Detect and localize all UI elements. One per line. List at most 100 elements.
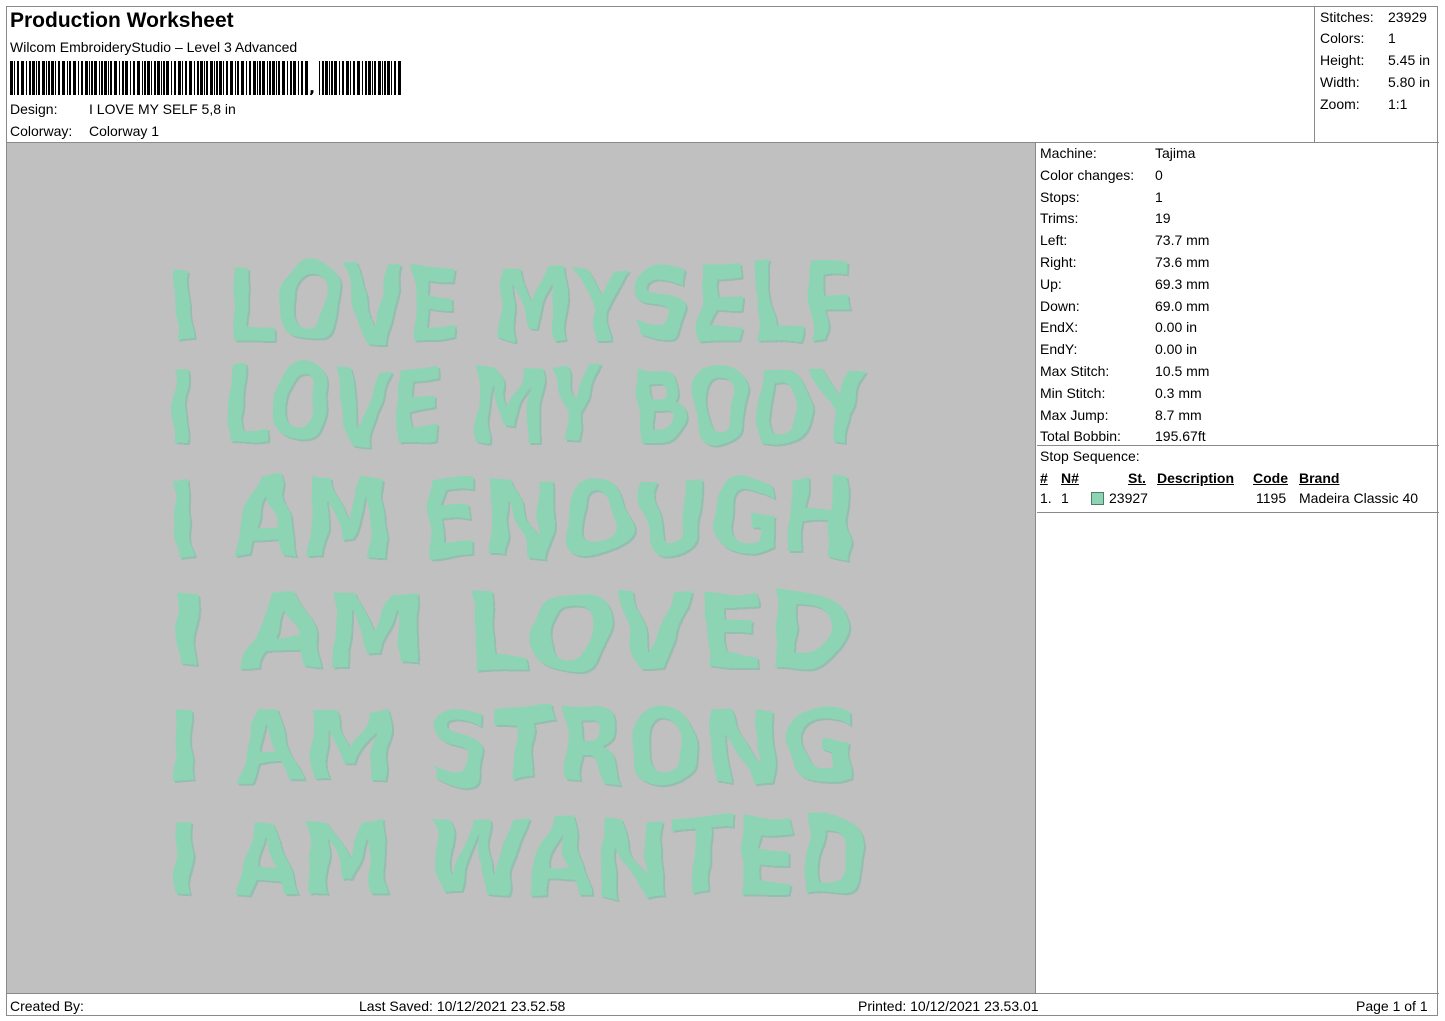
design-text-line: I AM LOVED — [167, 571, 852, 693]
col-index: # — [1040, 470, 1048, 486]
info-value: Tajima — [1155, 145, 1196, 161]
stat-value: 23929 — [1388, 9, 1427, 25]
info-value: 10.5 mm — [1155, 363, 1210, 379]
info-row: Machine: Tajima — [1040, 145, 1195, 161]
info-label: Min Stitch: — [1040, 384, 1106, 401]
info-value: 195.67ft — [1155, 428, 1206, 445]
row-stitches: 23927 — [1109, 490, 1148, 506]
info-row: Max Jump: 8.7 mm — [1040, 407, 1202, 423]
design-preview: I LOVE MYSELF I LOVE MY BODY I AM ENOUGH I … — [7, 143, 1036, 993]
info-label: Max Jump: — [1040, 406, 1109, 423]
info-label: Stops: — [1040, 188, 1080, 205]
stat-stitches: Stitches: 23929 — [1320, 9, 1427, 25]
info-row: Max Stitch: 10.5 mm — [1040, 363, 1209, 379]
stat-label: Height: — [1320, 52, 1365, 68]
info-label: Left: — [1040, 232, 1068, 249]
info-value: 0.3 mm — [1155, 384, 1202, 401]
stat-value: 1 — [1388, 30, 1396, 46]
stat-value: 5.80 in — [1388, 74, 1431, 90]
info-row: Right: 73.6 mm — [1040, 254, 1209, 270]
col-stitches: St. — [1128, 470, 1146, 486]
info-value: 0.00 in — [1155, 341, 1198, 358]
design-text-line: I AM WANTED — [167, 798, 872, 920]
col-description: Description — [1157, 470, 1235, 486]
info-row: Min Stitch: 0.3 mm — [1040, 385, 1202, 401]
colorway-row: Colorway: Colorway 1 — [10, 123, 159, 139]
stat-colors: Colors: 1 — [1320, 30, 1396, 46]
col-code: Code — [1253, 470, 1288, 486]
stop-sequence-header: # N# St. Description Code Brand — [1040, 470, 1438, 488]
design-text-line: I AM ENOUGH — [167, 458, 857, 580]
production-worksheet: Production Worksheet Wilcom EmbroiderySt… — [6, 6, 1439, 1017]
info-label: Color changes: — [1040, 166, 1135, 183]
page-number: Page 1 of 1 — [1356, 998, 1428, 1014]
created-by: Created By: — [10, 998, 84, 1014]
design-value: I LOVE MY SELF 5,8 in — [89, 101, 236, 117]
design-row: Design: I LOVE MY SELF 5,8 in — [10, 101, 236, 117]
design-text-line: I AM STRONG — [167, 686, 857, 808]
stat-width: Width: 5.80 in — [1320, 74, 1430, 90]
info-label: EndY: — [1040, 341, 1078, 358]
info-label: Max Stitch: — [1040, 363, 1110, 379]
barcode-image: , — [10, 61, 401, 95]
design-text-line: I LOVE MY BODY — [167, 346, 868, 468]
info-value: 69.3 mm — [1155, 275, 1210, 292]
col-brand: Brand — [1299, 470, 1340, 486]
stat-label: Zoom: — [1320, 96, 1360, 112]
software-name: Wilcom EmbroideryStudio – Level 3 Advanc… — [10, 39, 298, 55]
machine-info-panel: Machine: Tajima Color changes: 0 Stops: 1 Trim… — [1037, 143, 1439, 993]
stat-zoom: Zoom: 1:1 — [1320, 96, 1407, 112]
divider — [1037, 512, 1439, 513]
stat-label: Width: — [1320, 74, 1360, 90]
info-row: Left: 73.7 mm — [1040, 232, 1209, 248]
stat-height: Height: 5.45 in — [1320, 52, 1430, 68]
design-label: Design: — [10, 101, 58, 117]
info-row: Stops: 1 — [1040, 189, 1163, 205]
stat-value: 5.45 in — [1388, 52, 1431, 68]
stat-value: 1:1 — [1388, 96, 1408, 112]
row-brand: Madeira Classic 40 — [1299, 490, 1419, 506]
info-row: Up: 69.3 mm — [1040, 276, 1209, 292]
info-value: 19 — [1155, 210, 1171, 227]
info-row: Total Bobbin: 195.67ft — [1040, 428, 1206, 444]
info-value: 0.00 in — [1155, 319, 1198, 336]
row-index: 1. — [1040, 490, 1052, 506]
info-label: Machine: — [1040, 145, 1097, 161]
stat-label: Stitches: — [1320, 9, 1374, 25]
table-row: 1. 1 23927 1195 Madeira Classic 40 — [1040, 490, 1438, 508]
embroidery-design: I LOVE MYSELFI LOVE MY BODYI AM ENOUGHI … — [167, 244, 872, 920]
info-value: 73.6 mm — [1155, 254, 1210, 270]
info-label: Up: — [1040, 275, 1062, 292]
colorway-label: Colorway: — [10, 123, 73, 139]
row-n: 1 — [1061, 490, 1069, 506]
info-value: 0 — [1155, 166, 1163, 183]
worksheet-header: Production Worksheet Wilcom EmbroiderySt… — [7, 7, 1439, 143]
svg-text:,: , — [309, 78, 315, 95]
printed-date: Printed: 10/12/2021 23.53.01 — [858, 998, 1039, 1014]
info-value: 73.7 mm — [1155, 232, 1210, 249]
worksheet-footer: Created By: Last Saved: 10/12/2021 23.52… — [7, 993, 1439, 1017]
info-value: 8.7 mm — [1155, 406, 1202, 423]
info-label: Total Bobbin: — [1040, 428, 1121, 445]
info-label: Trims: — [1040, 210, 1079, 227]
info-label: Down: — [1040, 297, 1080, 314]
color-swatch — [1091, 492, 1104, 505]
stat-label: Colors: — [1320, 30, 1365, 46]
last-saved: Last Saved: 10/12/2021 23.52.58 — [359, 998, 566, 1014]
design-stats: Stitches: 23929 Colors: 1 Height: 5.45 in W… — [1314, 7, 1439, 142]
info-value: 1 — [1155, 188, 1163, 205]
page-title: Production Worksheet — [10, 9, 234, 32]
info-row: Down: 69.0 mm — [1040, 298, 1209, 314]
info-value: 69.0 mm — [1155, 297, 1210, 314]
info-row: EndX: 0.00 in — [1040, 319, 1197, 335]
divider — [1037, 445, 1439, 446]
row-code: 1195 — [1256, 490, 1287, 506]
info-row: Trims: 19 — [1040, 210, 1171, 226]
info-label: EndX: — [1040, 319, 1079, 336]
info-row: EndY: 0.00 in — [1040, 341, 1197, 357]
col-n: N# — [1061, 470, 1079, 486]
colorway-value: Colorway 1 — [89, 123, 160, 139]
stop-sequence-title: Stop Sequence: — [1040, 448, 1140, 464]
info-label: Right: — [1040, 254, 1077, 270]
info-row: Color changes: 0 — [1040, 167, 1163, 183]
